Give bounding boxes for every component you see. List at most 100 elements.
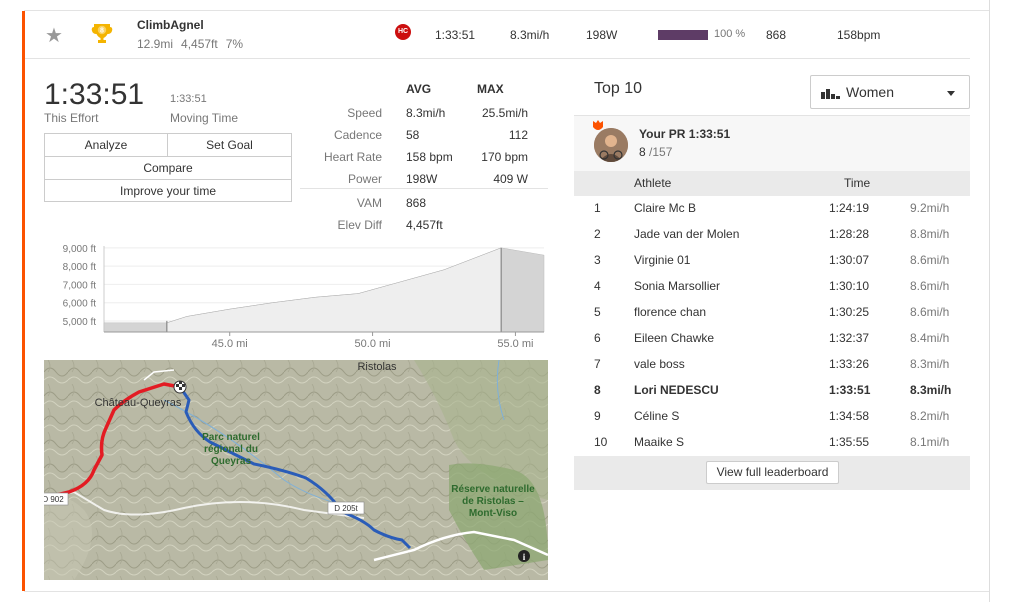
personal-record-rank: 8 /157 bbox=[639, 145, 672, 159]
map-label-ristolas: Ristolas bbox=[357, 361, 397, 373]
stat-avg: 198W bbox=[406, 172, 438, 186]
athlete-name[interactable]: Lori NEDESCU bbox=[634, 383, 719, 397]
personal-record-summary: Your PR 1:33:51 8 /157 bbox=[574, 115, 970, 171]
athlete-name[interactable]: florence chan bbox=[634, 305, 706, 319]
set-goal-button[interactable]: Set Goal bbox=[168, 134, 291, 157]
view-full-leaderboard-button[interactable]: View full leaderboard bbox=[706, 461, 839, 484]
speed-cell: 8.8mi/h bbox=[910, 227, 950, 241]
athlete-name[interactable]: Maaike S bbox=[634, 435, 684, 449]
rank-cell: 2 bbox=[594, 227, 601, 241]
rank-cell: 9 bbox=[594, 409, 601, 423]
table-row[interactable]: 3 Virginie 01 1:30:07 8.6mi/h bbox=[574, 247, 970, 273]
time-cell: 1:30:07 bbox=[829, 253, 870, 267]
y-tick-label: 8,000 ft bbox=[63, 262, 97, 273]
route-map[interactable]: i Ristolas Château-Queyras Parc naturel … bbox=[44, 360, 548, 580]
segment-name[interactable]: ClimbAgnel bbox=[137, 18, 204, 32]
rank-cell: 8 bbox=[594, 383, 601, 397]
stat-label: Elev Diff bbox=[337, 218, 382, 232]
stat-max: 409 W bbox=[493, 172, 528, 186]
stat-row-vam: VAM 868 bbox=[300, 192, 548, 214]
athlete-name[interactable]: vale boss bbox=[634, 357, 685, 371]
speed-cell: 8.3mi/h bbox=[910, 383, 952, 397]
athlete-name[interactable]: Céline S bbox=[634, 409, 679, 423]
y-tick-label: 5,000 ft bbox=[63, 317, 97, 328]
stat-row-heart-rate: Heart Rate 158 bpm 170 bpm bbox=[300, 146, 548, 168]
trophy-rank: 8 bbox=[100, 28, 104, 35]
speed-cell: 8.6mi/h bbox=[910, 253, 950, 267]
table-row[interactable]: 7 vale boss 1:33:26 8.3mi/h bbox=[574, 351, 970, 377]
stat-max: 112 bbox=[508, 128, 528, 142]
power-percent: 100 % bbox=[714, 28, 746, 40]
stat-label: Heart Rate bbox=[323, 150, 382, 164]
divider bbox=[300, 188, 548, 189]
elevation-effort-area bbox=[166, 247, 502, 333]
stat-avg: 8.3mi/h bbox=[406, 106, 446, 120]
divider bbox=[989, 0, 990, 602]
stat-row-cadence: Cadence 58 112 bbox=[300, 124, 548, 146]
stat-avg: 868 bbox=[406, 196, 427, 210]
power-bar bbox=[658, 30, 708, 40]
table-row[interactable]: 8 Lori NEDESCU 1:33:51 8.3mi/h bbox=[574, 377, 970, 403]
stat-row-power: Power 198W 409 W bbox=[300, 168, 548, 190]
rank-cell: 10 bbox=[594, 435, 608, 449]
time-cell: 1:34:58 bbox=[829, 409, 870, 423]
stat-row-speed: Speed 8.3mi/h 25.5mi/h bbox=[300, 102, 548, 124]
map-canvas[interactable]: i Ristolas Château-Queyras Parc naturel … bbox=[44, 360, 548, 580]
rank-cell: 7 bbox=[594, 357, 601, 371]
athlete-name[interactable]: Virginie 01 bbox=[634, 253, 690, 267]
table-row[interactable]: 5 florence chan 1:30:25 8.6mi/h bbox=[574, 299, 970, 325]
effort-label: This Effort bbox=[44, 111, 99, 125]
map-label-chateau-queyras: Château-Queyras bbox=[95, 397, 182, 409]
table-row[interactable]: 9 Céline S 1:34:58 8.2mi/h bbox=[574, 403, 970, 429]
chevron-down-icon bbox=[947, 91, 955, 96]
athlete-name[interactable]: Eileen Chawke bbox=[634, 331, 714, 345]
table-row[interactable]: 10 Maaike S 1:35:55 8.1mi/h bbox=[574, 429, 970, 455]
leaderboard-filter-dropdown[interactable]: Women bbox=[810, 75, 970, 109]
speed-cell: 8.6mi/h bbox=[910, 305, 950, 319]
filter-selected-value: Women bbox=[846, 84, 894, 100]
y-tick-label: 9,000 ft bbox=[63, 244, 97, 255]
map-label-park: Queyras bbox=[211, 456, 251, 467]
pr-rank-value: 8 bbox=[639, 145, 646, 159]
pr-rank-total: /157 bbox=[649, 145, 673, 159]
stat-avg: 58 bbox=[406, 128, 420, 142]
stat-max: 170 bpm bbox=[481, 150, 528, 164]
trophy-icon: 8 bbox=[91, 24, 113, 43]
segment-time: 1:33:51 bbox=[435, 28, 476, 42]
star-icon[interactable]: ★ bbox=[45, 23, 63, 48]
athlete-name[interactable]: Jade van der Molen bbox=[634, 227, 739, 241]
speed-cell: 8.3mi/h bbox=[910, 357, 950, 371]
rank-cell: 4 bbox=[594, 279, 601, 293]
table-row[interactable]: 1 Claire Mc B 1:24:19 9.2mi/h bbox=[574, 195, 970, 221]
improve-time-button[interactable]: Improve your time bbox=[45, 180, 291, 203]
stat-row-elev-diff: Elev Diff 4,457ft bbox=[300, 214, 548, 236]
x-tick-label: 55.0 mi bbox=[497, 338, 533, 350]
speed-cell: 8.6mi/h bbox=[910, 279, 950, 293]
road-label: D 205t bbox=[334, 504, 358, 513]
segment-vam: 868 bbox=[766, 28, 787, 42]
segment-meta: 12.9mi 4,457ft 7% bbox=[137, 37, 251, 51]
map-label-reserve: Mont-Viso bbox=[469, 508, 517, 519]
column-header-time[interactable]: Time bbox=[844, 176, 870, 190]
column-header-athlete[interactable]: Athlete bbox=[634, 176, 671, 190]
compare-button[interactable]: Compare bbox=[45, 157, 291, 180]
speed-cell: 8.4mi/h bbox=[910, 331, 950, 345]
athlete-name[interactable]: Claire Mc B bbox=[634, 201, 696, 215]
segment-row[interactable]: ★ 8 ClimbAgnel 12.9mi 4,457ft 7% HC 1:33:5… bbox=[25, 11, 970, 59]
divider bbox=[24, 591, 989, 592]
segment-grade: 7% bbox=[225, 37, 244, 51]
y-tick-label: 6,000 ft bbox=[63, 299, 97, 310]
personal-record-time: Your PR 1:33:51 bbox=[639, 127, 731, 141]
table-row[interactable]: 2 Jade van der Molen 1:28:28 8.8mi/h bbox=[574, 221, 970, 247]
moving-time: 1:33:51 bbox=[170, 93, 207, 105]
analyze-button[interactable]: Analyze bbox=[45, 134, 168, 157]
elevation-profile-chart[interactable]: 9,000 ft 8,000 ft 7,000 ft 6,000 ft 5,000 ft… bbox=[44, 236, 548, 354]
speed-cell: 8.2mi/h bbox=[910, 409, 950, 423]
avg-header: AVG bbox=[406, 82, 432, 96]
power-bar-fill bbox=[658, 30, 708, 40]
athlete-name[interactable]: Sonia Marsollier bbox=[634, 279, 720, 293]
avatar[interactable] bbox=[594, 128, 628, 162]
table-row[interactable]: 6 Eileen Chawke 1:32:37 8.4mi/h bbox=[574, 325, 970, 351]
moving-time-label: Moving Time bbox=[170, 111, 239, 125]
table-row[interactable]: 4 Sonia Marsollier 1:30:10 8.6mi/h bbox=[574, 273, 970, 299]
